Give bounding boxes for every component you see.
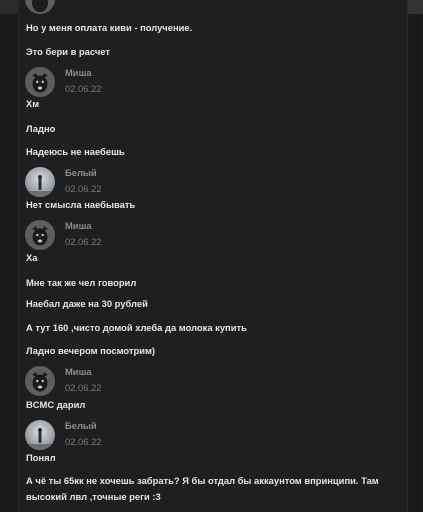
message-text: А чё ты 65кк не хочешь забрать? Я бы отд… [26, 475, 379, 502]
message-text: Это бери в расчет [26, 46, 110, 57]
dog-avatar[interactable] [25, 366, 55, 396]
message-feed: Но у меня оплата киви - получение. Это б… [0, 0, 423, 512]
author-name[interactable]: Белый [65, 420, 97, 431]
message-text: Ладно [26, 123, 56, 134]
message-text: Наебал даже на 30 рублей [26, 298, 148, 309]
message-text: Но у меня оплата киви - получение. [26, 22, 193, 33]
message-text: А тут 160 ,чисто домой хлеба да молока к… [26, 322, 247, 333]
avatar[interactable] [25, 0, 55, 14]
message-date: 02.06.22 [65, 436, 102, 447]
message-text: Нет смысла наебывать [26, 199, 136, 210]
author-name[interactable]: Миша [65, 67, 92, 78]
message-text: Понял [26, 452, 56, 463]
author-name[interactable]: Белый [65, 167, 97, 178]
author-name[interactable]: Миша [65, 220, 92, 231]
message-date: 02.06.22 [65, 83, 102, 94]
photo-avatar[interactable] [25, 420, 55, 450]
message-text: BCMC дарил [26, 399, 86, 410]
message-date: 02.06.22 [65, 183, 102, 194]
message-text: Надеюсь не наебешь [26, 146, 125, 157]
dog-avatar[interactable] [25, 220, 55, 250]
message-text: Мне так же чел говорил [26, 277, 137, 288]
message-date: 02.06.22 [65, 382, 102, 393]
photo-avatar[interactable] [25, 167, 55, 197]
dog-avatar[interactable] [25, 67, 55, 97]
message-date: 02.06.22 [65, 236, 102, 247]
message-text: Ладно вечером посмотрим) [26, 345, 156, 356]
author-name[interactable]: Миша [65, 366, 92, 377]
message-text: Хм [26, 98, 40, 109]
message-text: Ха [26, 252, 38, 263]
